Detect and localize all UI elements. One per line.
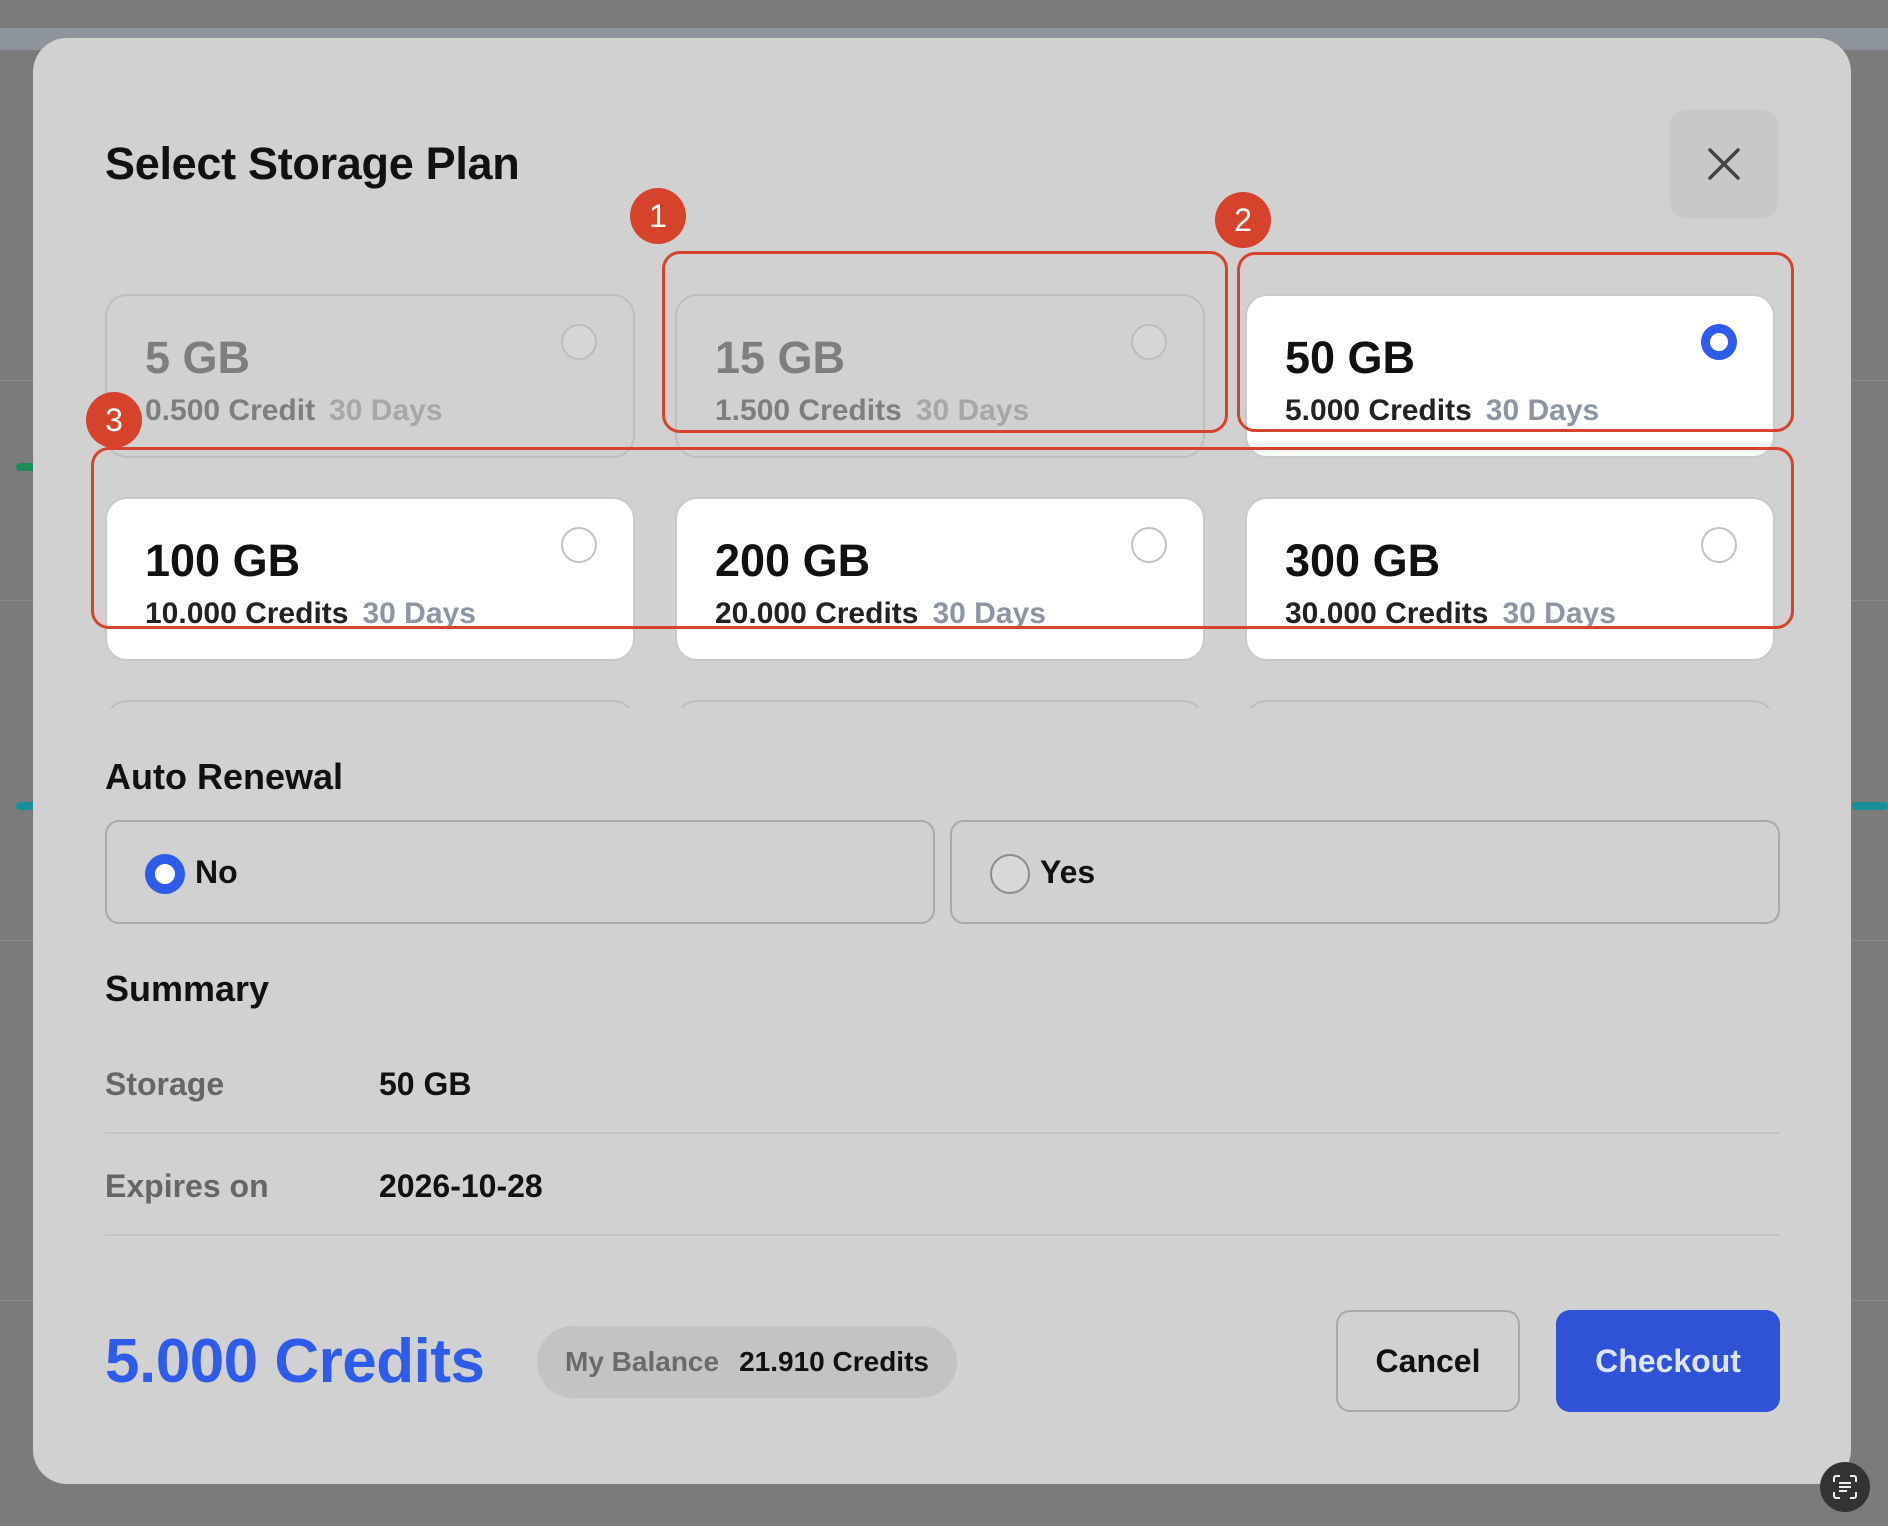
plan-duration: 30 Days: [1485, 394, 1600, 427]
plan-option-50gb[interactable]: 50 GB 5.000 Credits 30 Days: [1245, 294, 1775, 458]
plan-meta: 30.000 Credits 30 Days: [1285, 597, 1616, 631]
summary-key: Expires on: [105, 1168, 269, 1204]
plan-credits: 5.000 Credits: [1285, 394, 1472, 427]
summary-row-storage: Storage 50 GB: [105, 1066, 1780, 1166]
plan-option-200gb[interactable]: 200 GB 20.000 Credits 30 Days: [675, 497, 1205, 661]
annotation-badge-3: 3: [86, 392, 142, 448]
checkout-button[interactable]: Checkout: [1556, 1310, 1780, 1412]
auto-renewal-label: Auto Renewal: [105, 756, 344, 797]
plan-meta: 5.000 Credits 30 Days: [1285, 394, 1599, 428]
plan-meta: 10.000 Credits 30 Days: [145, 597, 476, 631]
plan-size: 100 GB: [145, 535, 301, 586]
auto-renewal-yes-option[interactable]: Yes: [950, 820, 1780, 924]
plan-radio-selected[interactable]: [1701, 324, 1737, 360]
plan-radio[interactable]: [1131, 527, 1167, 563]
plan-duration: 30 Days: [1502, 597, 1616, 630]
plan-meta: 1.500 Credits 30 Days: [715, 394, 1029, 428]
annotation-badge-1: 1: [630, 188, 686, 244]
plan-size: 50 GB: [1285, 332, 1416, 383]
total-credits: 5.000 Credits: [105, 1327, 485, 1396]
cancel-button[interactable]: Cancel: [1336, 1310, 1520, 1412]
plan-option-300gb[interactable]: 300 GB 30.000 Credits 30 Days: [1245, 497, 1775, 661]
summary-value: 50 GB: [379, 1066, 472, 1102]
close-icon: [1708, 148, 1740, 180]
plan-grid: 5 GB 0.500 Credit 30 Days 15 GB 1.500 Cre…: [105, 248, 1793, 708]
plan-duration: 30 Days: [329, 394, 443, 427]
modal-title: Select Storage Plan: [105, 138, 520, 189]
plan-radio[interactable]: [561, 527, 597, 563]
annotation-badge-2: 2: [1215, 192, 1271, 248]
plan-duration: 30 Days: [932, 597, 1046, 630]
plan-meta: 20.000 Credits 30 Days: [715, 597, 1046, 631]
plan-option-100gb[interactable]: 100 GB 10.000 Credits 30 Days: [105, 497, 635, 661]
background-progress-bar: [1852, 802, 1888, 810]
auto-renewal-no-option[interactable]: No: [105, 820, 935, 924]
summary-divider: [105, 1132, 1780, 1134]
summary-label: Summary: [105, 968, 270, 1009]
radio-icon: [990, 854, 1030, 894]
plan-size: 300 GB: [1285, 535, 1441, 586]
plan-size: 5 GB: [145, 332, 251, 383]
plan-radio[interactable]: [1701, 527, 1737, 563]
plan-radio[interactable]: [561, 324, 597, 360]
storage-plan-modal: Select Storage Plan 5 GB 0.500 Credit 30 …: [33, 38, 1851, 1484]
plan-radio[interactable]: [1131, 324, 1167, 360]
plan-option-partial[interactable]: [675, 700, 1205, 708]
auto-renewal-option-label: Yes: [1040, 854, 1096, 890]
plan-size: 15 GB: [715, 332, 846, 383]
plan-meta: 0.500 Credit 30 Days: [145, 394, 443, 428]
summary-key: Storage: [105, 1066, 225, 1102]
plan-credits: 30.000 Credits: [1285, 597, 1489, 630]
summary-row-expires: Expires on 2026-10-28: [105, 1168, 1780, 1268]
balance-value: 21.910 Credits: [739, 1346, 929, 1377]
plan-credits: 1.500 Credits: [715, 394, 902, 427]
plan-option-5gb[interactable]: 5 GB 0.500 Credit 30 Days: [105, 294, 635, 458]
plan-duration: 30 Days: [915, 394, 1030, 427]
screen-capture-icon[interactable]: [1820, 1462, 1870, 1512]
auto-renewal-option-label: No: [195, 854, 238, 890]
plan-duration: 30 Days: [362, 597, 476, 630]
summary-value: 2026-10-28: [379, 1168, 543, 1204]
text-scan-icon: [1833, 1475, 1857, 1499]
balance-badge: My Balance 21.910 Credits: [537, 1326, 957, 1398]
plan-option-15gb[interactable]: 15 GB 1.500 Credits 30 Days: [675, 294, 1205, 458]
summary-divider: [105, 1234, 1780, 1236]
balance-label: My Balance: [565, 1346, 720, 1377]
plan-credits: 0.500 Credit: [145, 394, 316, 427]
radio-selected-icon: [145, 854, 185, 894]
plan-size: 200 GB: [715, 535, 871, 586]
plan-option-partial[interactable]: [105, 700, 635, 708]
close-button[interactable]: [1670, 110, 1778, 218]
plan-option-partial[interactable]: [1245, 700, 1775, 708]
plan-credits: 10.000 Credits: [145, 597, 349, 630]
plan-credits: 20.000 Credits: [715, 597, 919, 630]
